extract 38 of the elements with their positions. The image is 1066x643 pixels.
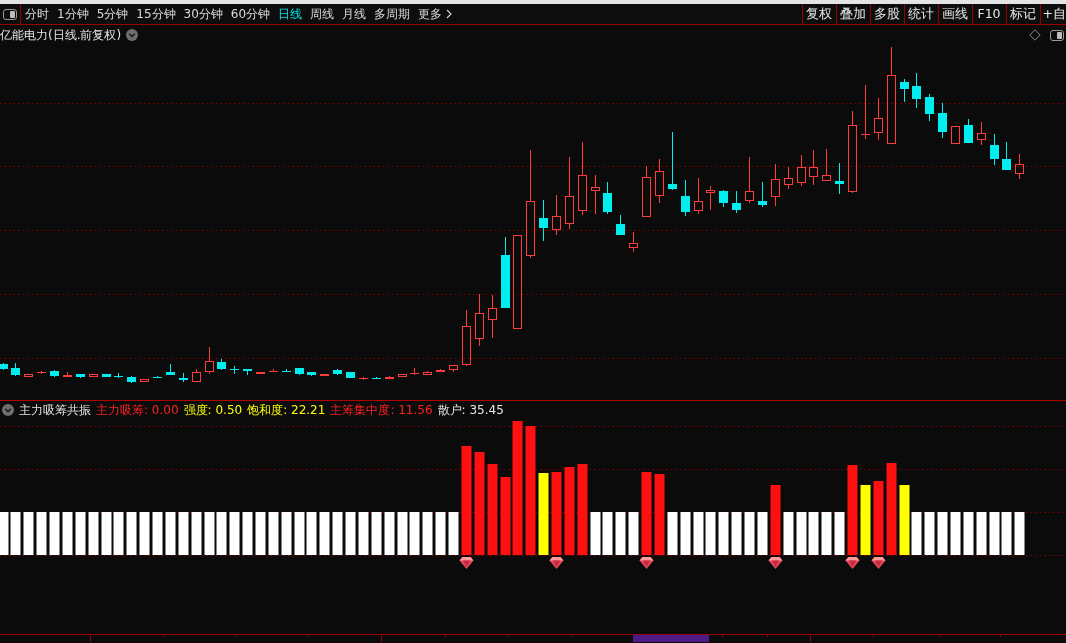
period-tab[interactable]: 多周期	[371, 5, 414, 23]
indicator-reading: 主力吸筹: 0.00	[96, 401, 179, 419]
indicator-reading: 饱和度: 22.21	[247, 401, 326, 419]
chevron-down-icon[interactable]	[2, 404, 14, 416]
period-tab[interactable]: 15分钟	[133, 5, 179, 23]
diamond-icon[interactable]	[1029, 29, 1041, 41]
gem-icon	[639, 557, 654, 569]
tool-button[interactable]: 复权	[801, 4, 836, 24]
chart-title: 亿能电力(日线.前复权)	[0, 26, 122, 44]
period-tab[interactable]: 周线	[307, 5, 338, 23]
panel-toggle-icon[interactable]	[3, 8, 17, 20]
indicator-reading: 散户: 35.45	[437, 401, 504, 419]
gem-icon	[871, 557, 886, 569]
chevron-right-icon	[446, 9, 453, 19]
more-button[interactable]: 更多	[415, 5, 456, 23]
period-tab[interactable]: 日线	[275, 5, 306, 23]
indicator-name: 主力吸筹共振	[19, 401, 91, 419]
period-tab[interactable]: 5分钟	[93, 5, 132, 23]
tool-button[interactable]: 统计	[903, 4, 938, 24]
tool-button[interactable]: 画线	[937, 4, 972, 24]
period-tab[interactable]: 月线	[339, 5, 370, 23]
tool-button[interactable]: F10	[971, 4, 1006, 24]
period-tab[interactable]: 分时	[22, 5, 52, 23]
tool-button[interactable]: 叠加	[835, 4, 870, 24]
indicator-reading: 主筹集中度: 11.56	[330, 401, 433, 419]
gem-icon	[459, 557, 474, 569]
gem-icon	[768, 557, 783, 569]
chevron-down-icon[interactable]	[126, 29, 139, 41]
tool-button[interactable]: 标记	[1005, 4, 1040, 24]
gem-icon	[845, 557, 860, 569]
indicator-reading: 强度: 0.50	[183, 401, 243, 419]
tool-button[interactable]: +自	[1039, 4, 1066, 24]
period-tab[interactable]: 30分钟	[180, 5, 226, 23]
panel-toggle-icon[interactable]	[1050, 29, 1064, 41]
gem-icon	[549, 557, 564, 569]
period-tab[interactable]: 60分钟	[227, 5, 274, 23]
tool-button[interactable]: 多股	[869, 4, 904, 24]
period-tab[interactable]: 1分钟	[54, 5, 92, 23]
